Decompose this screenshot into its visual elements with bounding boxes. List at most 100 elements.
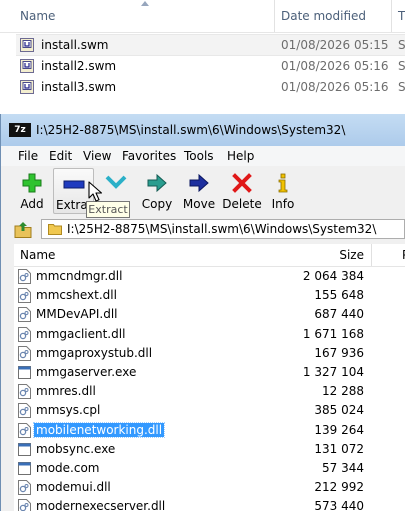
list-item[interactable]: mobilenetworking.dll 139 264 [14,421,405,440]
explorer-column-header: Name Date modified T [0,0,405,33]
list-item[interactable]: mmgaserver.exe 1 327 104 [14,363,405,382]
list-item[interactable]: modernexecserver.dll 573 440 [14,497,405,511]
explorer-file-date: 01/08/2026 05:15 [281,38,389,52]
file-name: mode.com [36,461,100,475]
toolbar: Add Extract Copy Move [1,166,405,216]
list-column-header: Name Size P [14,244,405,267]
copy-button[interactable]: Copy [138,168,176,214]
explorer-file-name: install2.swm [41,59,117,73]
column-name[interactable]: Name [20,9,55,23]
extract-icon [63,180,84,189]
file-name: mmres.dll [36,384,96,399]
list-item[interactable]: mode.com 57 344 [14,459,405,478]
file-name: modemui.dll [36,480,111,495]
copy-label: Copy [141,197,173,211]
explorer-file-date: 01/08/2026 05:16 [281,59,389,73]
column-type[interactable]: T [398,9,405,23]
dll-file-icon [18,288,31,304]
column-name[interactable]: Name [20,248,55,262]
title-bar[interactable]: 7z I:\25H2-8875\MS\install.swm\6\Windows… [1,114,405,146]
file-size: 573 440 [314,499,364,511]
dll-file-icon [18,403,31,419]
list-item[interactable]: mmgaclient.dll 1 671 168 [14,325,405,344]
column-date-modified[interactable]: Date modified [281,9,366,23]
menu-bar: File Edit View Favorites Tools Help [1,146,405,166]
address-path: I:\25H2-8875\MS\install.swm\6\Windows\Sy… [67,222,377,236]
exe-file-icon [18,462,31,475]
file-name: mmcshext.dll [36,288,117,303]
move-label: Move [182,197,216,211]
move-button[interactable]: Move [180,168,218,214]
list-item[interactable]: mmres.dll 12 288 [14,382,405,401]
menu-file[interactable]: File [18,149,38,163]
file-size: 2 064 384 [302,269,364,283]
swm-file-icon [20,80,34,94]
menu-favorites[interactable]: Favorites [122,149,176,163]
file-name: mmgaclient.dll [36,326,126,341]
explorer-file-row[interactable]: install.swm 01/08/2026 05:15 S [16,34,405,56]
folder-up-icon[interactable] [14,221,32,238]
dll-file-icon [18,499,31,511]
exe-file-icon [18,366,31,379]
file-size: 12 288 [322,384,364,399]
file-name: mobilenetworking.dll [32,421,166,438]
extract-tooltip: Extract [86,201,130,218]
dll-file-icon [18,269,31,284]
menu-edit[interactable]: Edit [49,149,72,163]
menu-view[interactable]: View [83,149,111,163]
swm-file-icon [20,59,34,73]
info-button[interactable]: Info [266,168,300,214]
column-divider[interactable] [371,244,372,266]
exe-file-icon [18,442,31,456]
dll-file-icon [18,480,31,496]
explorer-file-type: S [398,59,405,73]
list-item[interactable]: MMDevAPI.dll 687 440 [14,305,405,324]
file-size: 155 648 [314,288,364,303]
file-name: modernexecserver.dll [36,499,166,511]
list-item[interactable]: mmcshext.dll 155 648 [14,286,405,305]
explorer-file-row[interactable]: install3.swm 01/08/2026 05:16 S [16,77,405,97]
file-size: 167 936 [314,345,364,360]
delete-icon [232,173,252,193]
explorer-file-type: S [398,38,405,52]
file-size: 1 671 168 [302,326,364,341]
file-size: 131 072 [314,441,364,456]
list-item[interactable]: mmcndmgr.dll 2 064 384 [14,267,405,286]
column-divider[interactable] [274,0,275,32]
file-list[interactable]: Name Size P mmcndmgr.dll 2 064 384 mmcshex… [14,244,405,511]
column-divider[interactable] [391,0,392,32]
file-size: 687 440 [314,307,364,322]
explorer-file-name: install3.swm [41,80,117,94]
file-size: 385 024 [314,403,364,418]
list-item[interactable]: mmsys.cpl 385 024 [14,401,405,420]
dll-file-icon [18,345,31,361]
test-icon [105,175,127,189]
mouse-cursor-icon [88,181,102,202]
add-label: Add [20,197,44,211]
dll-file-icon [18,422,31,438]
add-button[interactable]: Add [14,168,50,214]
explorer-file-row[interactable]: install2.swm 01/08/2026 05:16 S [16,56,405,76]
file-name: mobsync.exe [36,441,116,456]
explorer-file-date: 01/08/2026 05:16 [281,80,389,94]
move-icon [189,173,209,193]
file-name: mmsys.cpl [36,403,101,418]
sort-ascending-icon [141,1,149,6]
dll-file-icon [18,326,31,342]
swm-file-icon [20,38,34,52]
list-item[interactable]: mmgaproxystub.dll 167 936 [14,344,405,363]
explorer-file-name: install.swm [41,38,109,52]
list-item[interactable]: modemui.dll 212 992 [14,478,405,497]
delete-button[interactable]: Delete [222,168,262,214]
file-name: mmcndmgr.dll [36,269,123,283]
info-label: Info [271,197,295,211]
menu-tools[interactable]: Tools [184,149,214,163]
menu-help[interactable]: Help [227,149,254,163]
info-icon [278,173,288,193]
address-bar: I:\25H2-8875\MS\install.swm\6\Windows\Sy… [1,217,405,241]
address-field[interactable]: I:\25H2-8875\MS\install.swm\6\Windows\Sy… [41,219,405,239]
list-item[interactable]: mobsync.exe 131 072 [14,440,405,459]
file-name: mmgaproxystub.dll [36,345,153,360]
copy-icon [147,173,167,193]
column-size[interactable]: Size [314,248,364,262]
